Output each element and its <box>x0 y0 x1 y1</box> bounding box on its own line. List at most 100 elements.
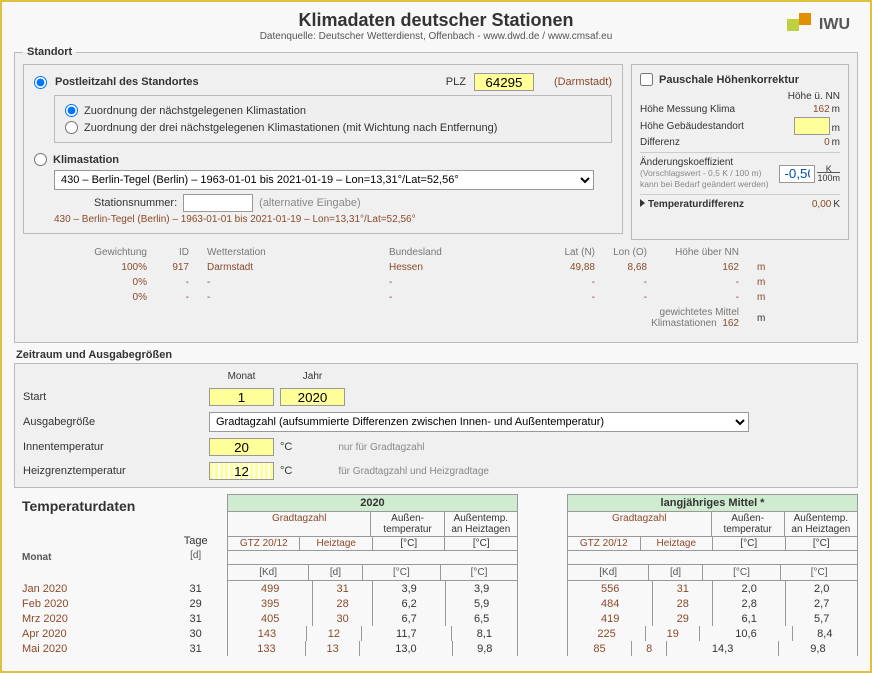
unit-100m: 100m <box>817 172 840 183</box>
radio-zuord-drei-label: Zuordnung der drei nächstgelegenen Klima… <box>84 122 497 134</box>
month-days: 31 <box>174 611 217 626</box>
hk-mess-val: 162 <box>813 104 830 115</box>
aussentemp-ht-lang-val: 2,0 <box>786 581 857 596</box>
arrow-right-icon <box>640 199 645 207</box>
station-echo: 430 – Berlin-Tegel (Berlin) – 1963-01-01… <box>54 214 612 225</box>
weight-table: Gewichtung ID Wetterstation Bundesland L… <box>73 244 775 332</box>
heiztage-val: 30 <box>313 611 373 626</box>
unit-m: m <box>832 137 840 148</box>
heiztage-lang-val: 31 <box>653 581 713 596</box>
logo: IWU <box>787 16 850 34</box>
radio-plz-label: Postleitzahl des Standortes <box>55 76 318 88</box>
aussentemp-lang-val: 2,0 <box>713 581 786 596</box>
deg-c: °C <box>280 465 292 477</box>
radio-zuord-drei[interactable] <box>65 121 78 134</box>
gtz-val: 499 <box>228 581 313 596</box>
standort-legend: Standort <box>23 46 76 58</box>
station-select[interactable]: 430 – Berlin-Tegel (Berlin) – 1963-01-01… <box>54 170 594 190</box>
heiztage-lang-val: 29 <box>653 611 713 626</box>
lang-block: langjähriges Mittel * Gradtagzahl Außen-… <box>567 494 858 565</box>
aussentemp-ht-lang-val: 9,8 <box>778 641 857 656</box>
stationsnummer-input[interactable] <box>183 194 253 212</box>
deg-c: °C <box>280 441 292 453</box>
radio-plz[interactable] <box>34 76 47 89</box>
plz-input[interactable] <box>474 73 534 91</box>
heizgrenz-input[interactable] <box>209 462 274 480</box>
hk-koef-label: Änderungskoeffizient <box>640 157 733 168</box>
month-name: Mai 2020 <box>14 641 164 656</box>
plz-lbl: PLZ <box>446 76 466 88</box>
month-name: Mrz 2020 <box>14 611 164 626</box>
heiztage-val: 12 <box>306 626 361 641</box>
gtz-val: 143 <box>228 626 306 641</box>
stationsnummer-hint: (alternative Eingabe) <box>259 197 361 209</box>
aussentemp-ht-val: 3,9 <box>446 581 517 596</box>
aussentemp-ht-val: 8,1 <box>451 626 517 641</box>
temp-title: Temperaturdaten <box>22 498 164 514</box>
ausgabe-select[interactable]: Gradtagzahl (aufsummierte Differenzen zw… <box>209 412 749 432</box>
start-monat-input[interactable] <box>209 388 274 406</box>
month-days: 31 <box>174 641 217 656</box>
monat-head: Monat <box>209 371 274 382</box>
unit-m: m <box>832 123 840 134</box>
start-jahr-input[interactable] <box>280 388 345 406</box>
start-label: Start <box>23 391 203 403</box>
hk-diff-label: Differenz <box>640 137 680 148</box>
aussentemp-lang-val: 2,8 <box>713 596 786 611</box>
gtz-lang-val: 85 <box>568 641 631 656</box>
month-name: Feb 2020 <box>14 596 164 611</box>
zeitraum-box: Monat Jahr Start Ausgabegröße Gradtagzah… <box>14 363 858 488</box>
stationsnummer-label: Stationsnummer: <box>94 197 177 209</box>
page-subtitle: Datenquelle: Deutscher Wetterdienst, Off… <box>14 31 858 42</box>
gtz-lang-val: 225 <box>568 626 645 641</box>
heizgrenz-note: für Gradtagzahl und Heizgradtage <box>338 466 489 477</box>
aussentemp-ht-val: 9,8 <box>452 641 517 656</box>
aussentemp-val: 6,2 <box>372 596 445 611</box>
hk-tempdiff-label: Temperaturdifferenz <box>648 199 744 210</box>
gtz-val: 405 <box>228 611 313 626</box>
innen-input[interactable] <box>209 438 274 456</box>
gtz-val: 133 <box>228 641 305 656</box>
logo-square-icon <box>799 13 811 25</box>
innen-label: Innentemperatur <box>23 441 203 453</box>
standort-fieldset: Standort Postleitzahl des Standortes PLZ… <box>14 46 858 343</box>
radio-klimastation[interactable] <box>34 153 47 166</box>
ausgabe-label: Ausgabegröße <box>23 416 203 428</box>
radio-klimastation-label: Klimastation <box>53 154 119 166</box>
month-name: Jan 2020 <box>14 581 164 596</box>
month-days: 30 <box>174 626 217 641</box>
unit-m: m <box>832 104 840 115</box>
aussentemp-val: 3,9 <box>372 581 445 596</box>
plz-city: (Darmstadt) <box>554 76 612 88</box>
hoehe-nn-head: Höhe ü. NN <box>788 91 840 102</box>
zeitraum-legend: Zeitraum und Ausgabegrößen <box>16 349 858 361</box>
gtz-lang-val: 419 <box>568 611 653 626</box>
aussentemp-val: 11,7 <box>361 626 451 641</box>
aussentemp-lang-val: 6,1 <box>713 611 786 626</box>
hk-koef-hint: (Vorschlagswert - 0,5 K / 100 m) kann be… <box>640 168 769 189</box>
year-block: 2020 Gradtagzahl Außen-temperatur Außent… <box>227 494 518 565</box>
heiztage-lang-val: 19 <box>646 626 700 641</box>
month-days: 29 <box>174 596 217 611</box>
hk-mess-label: Höhe Messung Klima <box>640 104 735 115</box>
aussentemp-val: 6,7 <box>372 611 445 626</box>
aussentemp-ht-val: 5,9 <box>446 596 517 611</box>
heiztage-lang-val: 28 <box>653 596 713 611</box>
month-table: Monat <box>14 516 164 565</box>
heiztage-lang-val: 8 <box>631 641 666 656</box>
hk-geb-input[interactable] <box>794 117 830 135</box>
innen-note: nur für Gradtagzahl <box>338 442 424 453</box>
lang-header: langjähriges Mittel * <box>568 495 857 512</box>
gtz-lang-val: 556 <box>568 581 653 596</box>
hk-koef-input[interactable] <box>779 165 815 183</box>
logo-text: IWU <box>819 16 850 34</box>
chk-hoehenkorrektur-label: Pauschale Höhenkorrektur <box>659 74 799 86</box>
aussentemp-lang-val: 10,6 <box>700 626 792 641</box>
heiztage-val: 28 <box>313 596 373 611</box>
radio-zuord-naechst[interactable] <box>65 104 78 117</box>
hk-tempdiff-val: 0,00 <box>812 199 831 210</box>
chk-hoehenkorrektur[interactable] <box>640 73 653 86</box>
gtz-lang-val: 484 <box>568 596 653 611</box>
jahr-head: Jahr <box>280 371 345 382</box>
page-title: Klimadaten deutscher Stationen <box>14 10 858 31</box>
